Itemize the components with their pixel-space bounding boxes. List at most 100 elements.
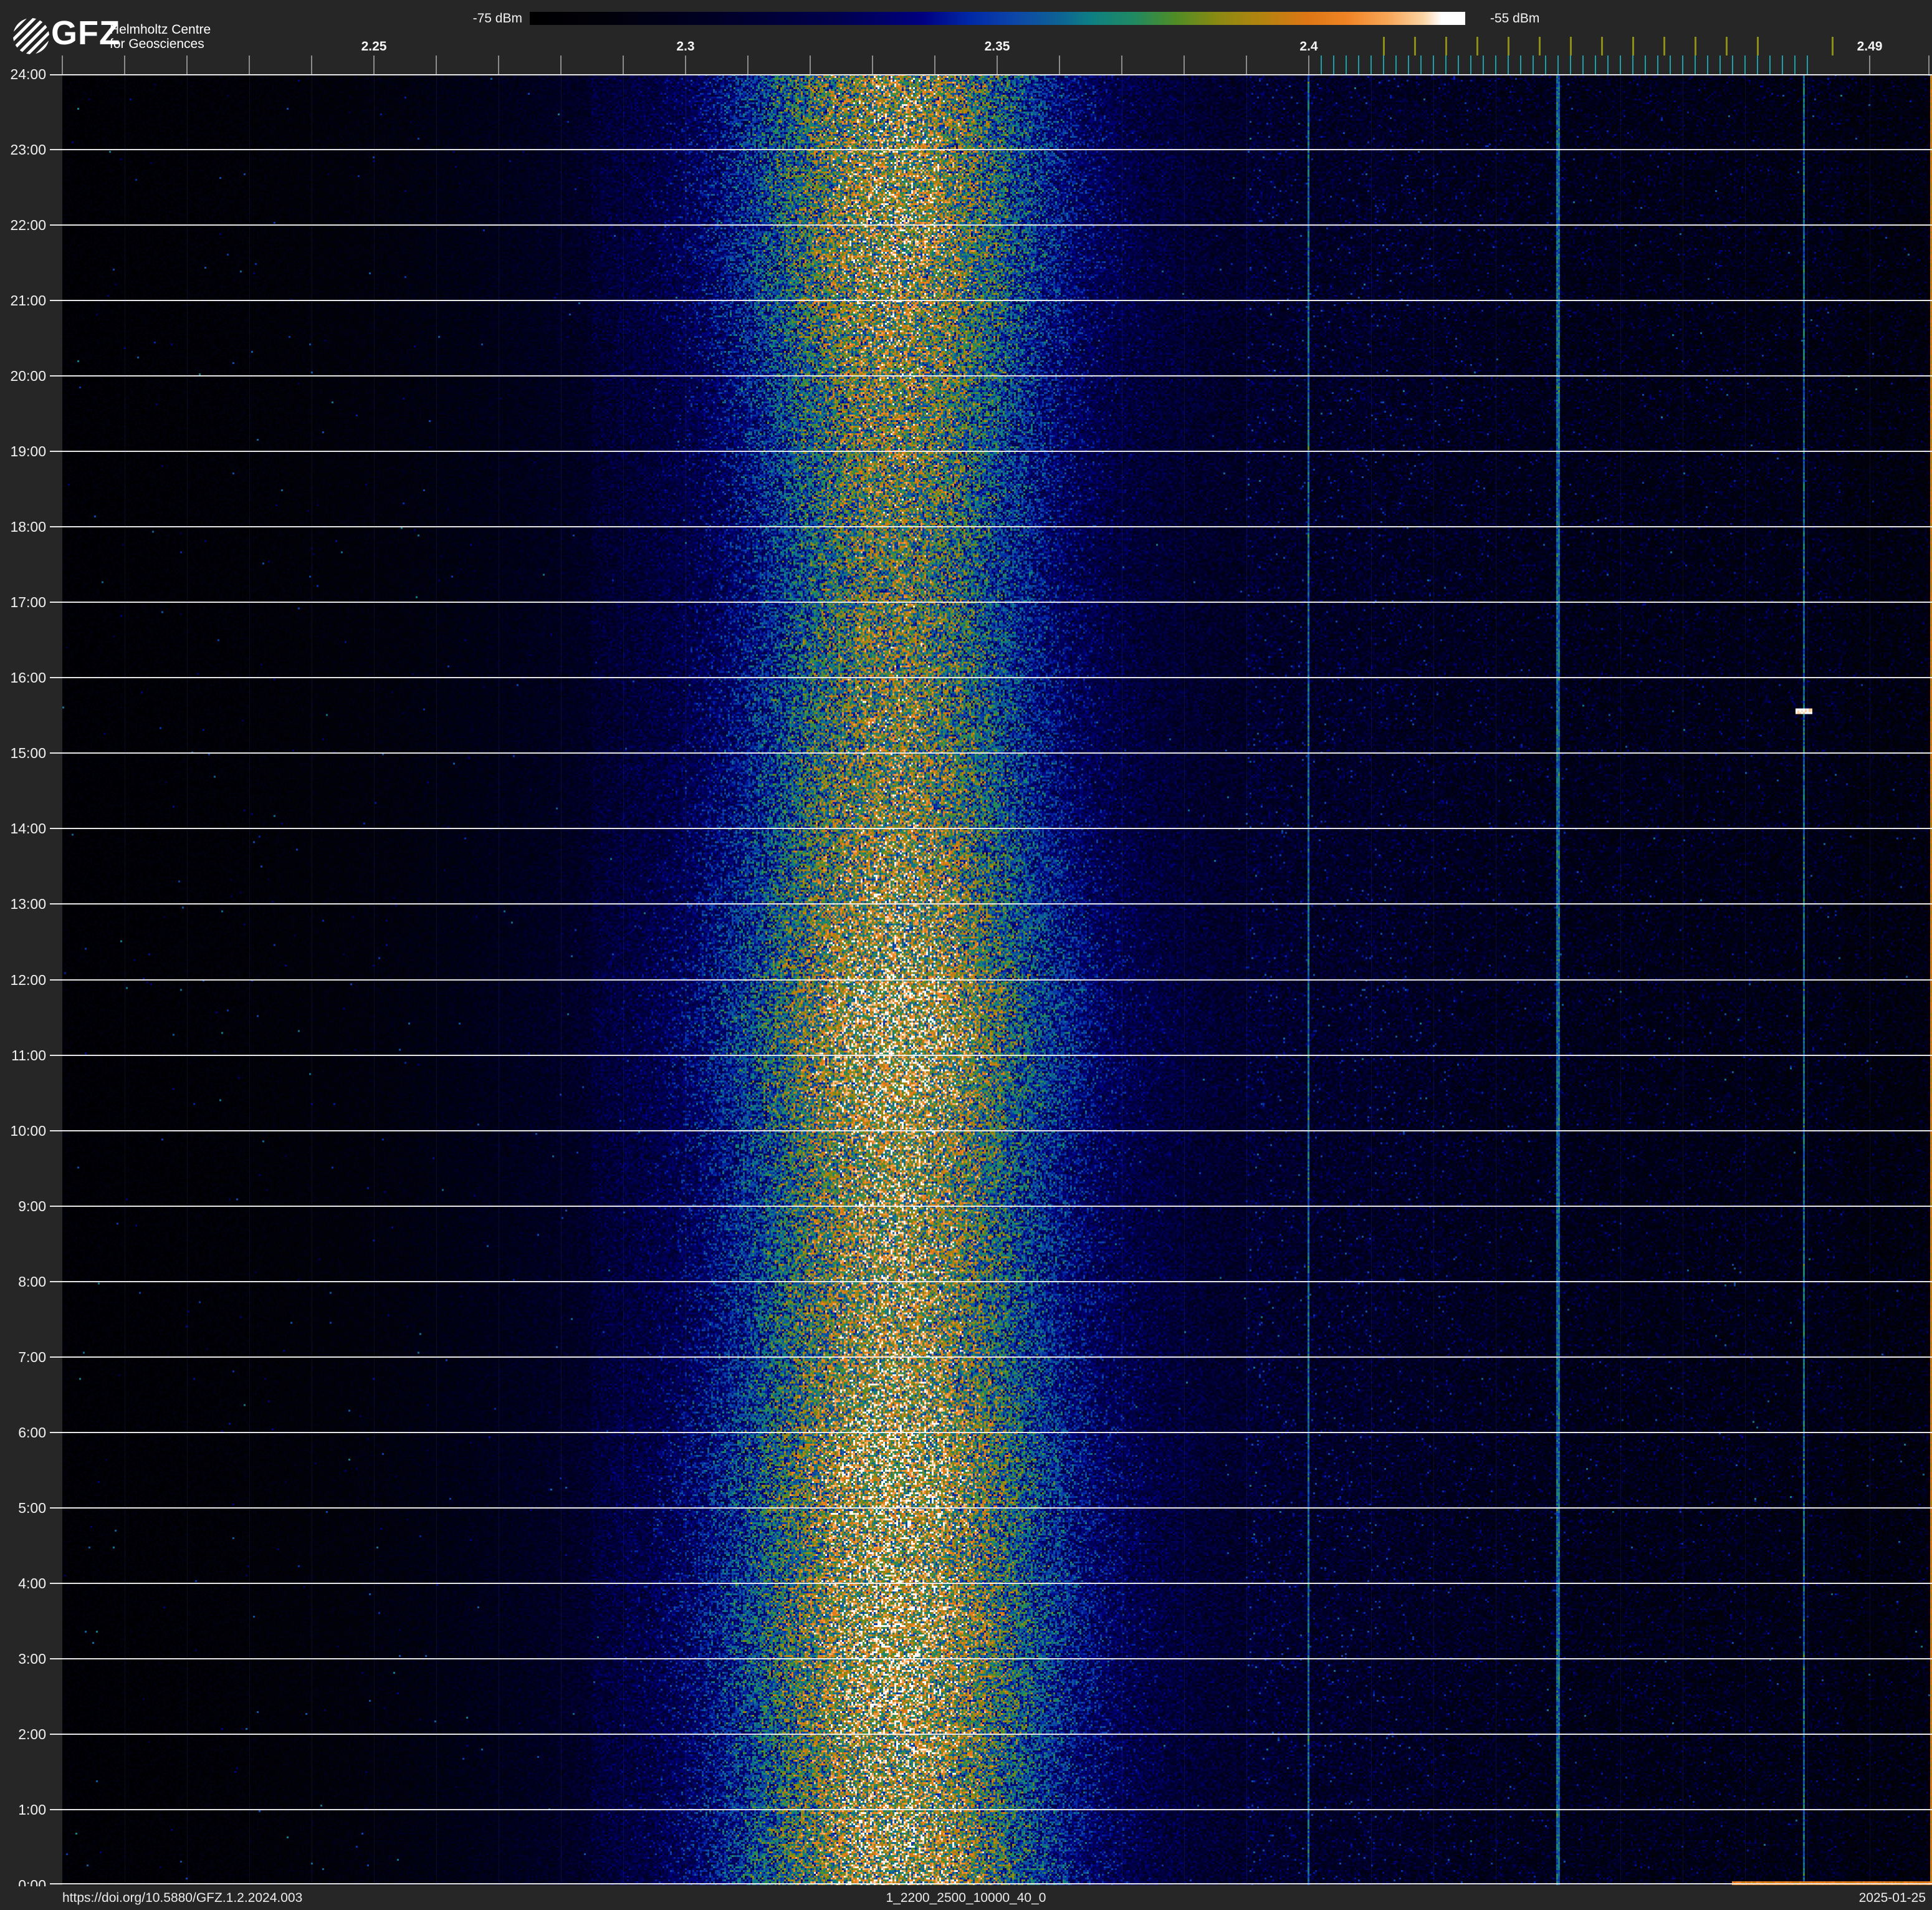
ble-channel-tick — [1433, 55, 1434, 74]
wifi-channel-tick — [1539, 37, 1541, 55]
ble-channel-tick — [1807, 55, 1808, 74]
gfz-logo-icon — [13, 18, 49, 54]
time-label: 7:00 — [18, 1349, 46, 1365]
wifi-channel-tick — [1383, 37, 1385, 55]
ble-channel-tick — [1682, 55, 1683, 74]
time-label: 11:00 — [11, 1047, 46, 1063]
wifi-channel-tick — [1601, 37, 1603, 55]
freq-minor-tick — [498, 55, 499, 74]
ble-channel-tick — [1645, 55, 1646, 74]
wifi-channel-tick — [1476, 37, 1478, 55]
wifi-channel-tick — [1832, 37, 1834, 55]
ble-channel-tick — [1408, 55, 1409, 74]
freq-tick-label: 2.35 — [984, 39, 1010, 54]
spectrogram-page: GFZ Helmholtz Centre for Geosciences -75… — [0, 0, 1932, 1910]
wifi-channel-tick — [1508, 37, 1509, 55]
ble-channel-tick — [1420, 55, 1422, 74]
wifi-channel-tick — [1632, 37, 1634, 55]
ble-channel-tick — [1695, 55, 1696, 74]
wifi-channel-tick — [1414, 37, 1416, 55]
freq-tick-label: 2.49 — [1857, 39, 1883, 54]
time-label: 3:00 — [18, 1651, 46, 1667]
freq-minor-tick — [560, 55, 562, 74]
time-label: 24:00 — [10, 66, 46, 82]
time-label: 2:00 — [18, 1726, 46, 1742]
wifi-channel-tick — [1757, 37, 1759, 55]
freq-minor-tick — [62, 55, 63, 74]
freq-tick-label: 2.3 — [676, 39, 695, 54]
org-name-line1: Helmholtz Centre — [110, 22, 211, 37]
ble-channel-tick — [1533, 55, 1534, 74]
freq-minor-tick — [124, 55, 125, 74]
freq-minor-tick — [373, 55, 375, 74]
ble-channel-tick — [1483, 55, 1484, 74]
ble-channel-tick — [1508, 55, 1509, 74]
ble-channel-tick — [1333, 55, 1334, 74]
freq-minor-tick — [747, 55, 748, 74]
time-label: 5:00 — [18, 1500, 46, 1516]
freq-minor-tick — [311, 55, 312, 74]
time-label: 17:00 — [10, 594, 46, 610]
ble-channel-tick — [1707, 55, 1708, 74]
freq-tick-label: 2.25 — [361, 39, 387, 54]
ble-channel-tick — [1757, 55, 1758, 74]
wifi-channel-tick — [1663, 37, 1665, 55]
freq-minor-tick — [1308, 55, 1309, 74]
time-label: 16:00 — [10, 669, 46, 686]
freq-minor-tick — [1928, 55, 1930, 74]
freq-minor-tick — [810, 55, 811, 74]
freq-minor-tick — [623, 55, 624, 74]
time-label: 23:00 — [10, 142, 46, 158]
ble-channel-tick — [1458, 55, 1459, 74]
ble-channel-tick — [1570, 55, 1571, 74]
freq-minor-tick — [249, 55, 250, 74]
time-label: 10:00 — [10, 1123, 46, 1139]
ble-channel-tick — [1545, 55, 1546, 74]
time-label: 18:00 — [10, 519, 46, 535]
ble-channel-tick — [1495, 55, 1496, 74]
freq-minor-tick — [685, 55, 686, 74]
ble-channel-tick — [1520, 55, 1521, 74]
ble-channel-tick — [1358, 55, 1359, 74]
ble-channel-tick — [1670, 55, 1671, 74]
ble-channel-tick — [1607, 55, 1609, 74]
time-label: 19:00 — [10, 443, 46, 459]
ble-channel-tick — [1657, 55, 1658, 74]
freq-minor-tick — [872, 55, 873, 74]
ble-channel-tick — [1782, 55, 1783, 74]
freq-tick-label: 2.4 — [1299, 39, 1318, 54]
time-label: 6:00 — [18, 1424, 46, 1441]
recording-date: 2025-01-25 — [1858, 1891, 1926, 1905]
ble-channel-tick — [1346, 55, 1347, 74]
time-label: 15:00 — [10, 745, 46, 761]
freq-minor-tick — [934, 55, 935, 74]
freq-minor-tick — [1059, 55, 1060, 74]
wifi-channel-tick — [1695, 37, 1696, 55]
freq-minor-tick — [1869, 55, 1870, 74]
freq-minor-tick — [997, 55, 998, 74]
freq-minor-tick — [1184, 55, 1185, 74]
ble-channel-tick — [1620, 55, 1621, 74]
wifi-channel-tick — [1726, 37, 1728, 55]
time-label: 13:00 — [10, 896, 46, 912]
time-label: 12:00 — [10, 972, 46, 988]
time-label: 8:00 — [18, 1274, 46, 1290]
time-label: 22:00 — [10, 217, 46, 233]
ble-channel-tick — [1383, 55, 1384, 74]
time-label: 9:00 — [18, 1198, 46, 1214]
ble-channel-tick — [1557, 55, 1559, 74]
colorbar-max-label: -55 dBm — [1490, 11, 1540, 26]
freq-minor-tick — [186, 55, 188, 74]
spectrogram-canvas — [62, 74, 1932, 1885]
time-label: 4:00 — [18, 1575, 46, 1591]
dataset-filename: 1_2200_2500_10000_40_0 — [886, 1891, 1046, 1905]
time-label: 20:00 — [10, 368, 46, 384]
ble-channel-tick — [1769, 55, 1771, 74]
ble-channel-tick — [1719, 55, 1721, 74]
footer-bar: https://doi.org/10.5880/GFZ.1.2.2024.003… — [0, 1886, 1932, 1910]
time-label: 1:00 — [18, 1802, 46, 1818]
ble-channel-tick — [1370, 55, 1372, 74]
ble-channel-tick — [1470, 55, 1471, 74]
ble-channel-tick — [1321, 55, 1322, 74]
ble-channel-tick — [1744, 55, 1746, 74]
